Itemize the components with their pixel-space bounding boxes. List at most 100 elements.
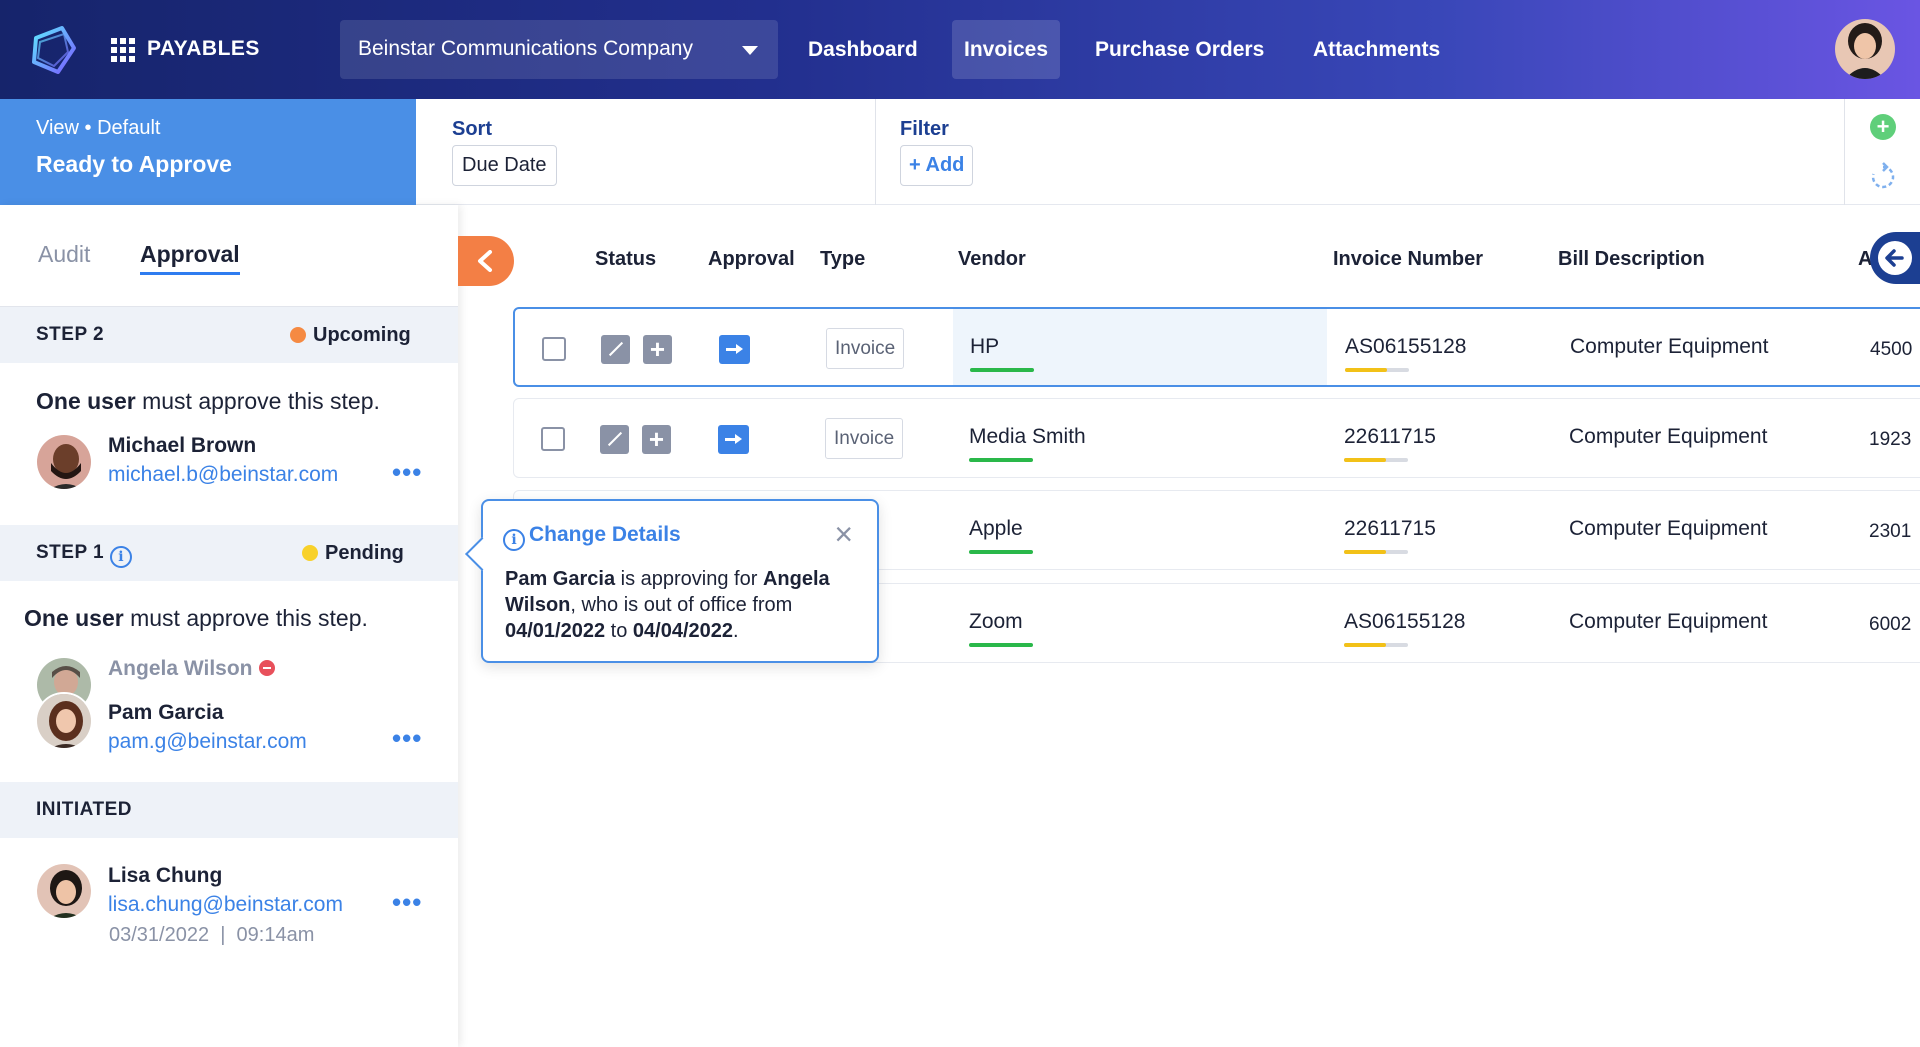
status-badge: Upcoming xyxy=(290,324,411,347)
company-select[interactable]: Beinstar Communications Company xyxy=(340,20,778,79)
change-details-popover: i Change Details × Pam Garcia is approvin… xyxy=(481,499,879,663)
top-navigation-bar: PAYABLES Beinstar Communications Company… xyxy=(0,0,1920,99)
invoice-number-cell: AS06155128 xyxy=(1344,610,1466,633)
invoice-status-bar xyxy=(1345,368,1409,372)
add-icon[interactable]: + xyxy=(1870,114,1896,140)
bill-description-cell: Computer Equipment xyxy=(1569,517,1768,540)
initiated-timestamp: 03/31/2022 | 09:14am xyxy=(109,924,315,946)
tab-approval[interactable]: Approval xyxy=(140,241,240,275)
initiator-name: Lisa Chung xyxy=(108,864,223,887)
status-dot-icon xyxy=(302,545,318,561)
table-row[interactable]: + Invoice HP AS06155128 Computer Equipme… xyxy=(513,307,1920,387)
approval-sidebar: Audit Approval STEP 2 Upcoming One user … xyxy=(0,205,458,1047)
avatar xyxy=(35,692,93,750)
row-checkbox[interactable] xyxy=(542,337,566,361)
more-options-icon[interactable]: ••• xyxy=(392,457,422,488)
chevron-down-icon xyxy=(742,46,758,55)
nav-attachments[interactable]: Attachments xyxy=(1301,20,1452,79)
arrow-left-icon xyxy=(1885,249,1904,267)
nav-dashboard[interactable]: Dashboard xyxy=(796,20,930,79)
bill-description-cell: Computer Equipment xyxy=(1570,335,1769,358)
invoice-number-cell: AS06155128 xyxy=(1345,335,1467,358)
toolbar-divider xyxy=(875,99,876,205)
more-options-icon[interactable]: ••• xyxy=(392,723,422,754)
app-name: PAYABLES xyxy=(147,37,260,60)
bill-description-cell: Computer Equipment xyxy=(1569,610,1768,633)
row-checkbox[interactable] xyxy=(541,427,565,451)
approver-email[interactable]: pam.g@beinstar.com xyxy=(108,730,307,754)
invoice-status-bar xyxy=(1344,458,1408,462)
vendor-cell: HP xyxy=(970,335,1000,358)
list-toolbar: Sort Due Date Filter + Add xyxy=(416,99,1920,205)
initiated-header: INITIATED xyxy=(0,782,458,838)
approver-name: Pam Garcia xyxy=(108,701,224,724)
close-icon[interactable]: × xyxy=(834,518,853,550)
edit-icon[interactable] xyxy=(601,335,630,364)
invoice-number-cell: 22611715 xyxy=(1344,425,1436,448)
approver-name: Michael Brown xyxy=(108,434,257,457)
popover-title: i Change Details xyxy=(503,523,681,551)
vendor-status-bar xyxy=(969,643,1033,647)
nav-purchase-orders[interactable]: Purchase Orders xyxy=(1083,20,1276,79)
column-header-bill-description[interactable]: Bill Description xyxy=(1558,248,1705,271)
original-approver-text: Angela Wilson xyxy=(108,657,253,680)
column-header-invoice-number[interactable]: Invoice Number xyxy=(1333,248,1483,271)
type-badge: Invoice xyxy=(826,328,905,369)
rule-rest: must approve this step. xyxy=(135,388,380,414)
popover-body: Pam Garcia is approving for Angela Wilso… xyxy=(505,566,865,644)
nav-invoices[interactable]: Invoices xyxy=(952,20,1061,79)
type-badge: Invoice xyxy=(825,418,904,459)
tab-audit[interactable]: Audit xyxy=(38,241,90,268)
invoice-status-bar xyxy=(1344,643,1408,647)
info-icon[interactable]: i xyxy=(110,546,133,568)
sort-dropdown[interactable]: Due Date xyxy=(452,145,557,186)
refresh-icon[interactable] xyxy=(1868,162,1898,192)
back-button[interactable] xyxy=(1870,232,1920,284)
apps-grid-icon[interactable] xyxy=(111,38,135,62)
avatar xyxy=(35,433,93,491)
approver-email[interactable]: michael.b@beinstar.com xyxy=(108,463,338,487)
body-text: . xyxy=(733,620,739,642)
table-row[interactable]: + Invoice Media Smith 22611715 Computer … xyxy=(513,398,1920,478)
step-2-header: STEP 2 Upcoming xyxy=(0,307,458,363)
step-label: STEP 2 xyxy=(36,324,105,345)
vendor-cell: Media Smith xyxy=(969,425,1086,448)
vendor-status-bar xyxy=(969,550,1033,554)
to-date: 04/04/2022 xyxy=(632,620,734,642)
column-header-approval[interactable]: Approval xyxy=(708,248,795,271)
add-icon[interactable]: + xyxy=(642,425,671,454)
column-header-status[interactable]: Status xyxy=(595,248,656,271)
sort-label: Sort xyxy=(452,118,492,140)
approve-arrow-icon[interactable] xyxy=(719,335,750,364)
status-text: Pending xyxy=(325,542,404,564)
step-1-header: STEP 1i Pending xyxy=(0,525,458,581)
view-selector[interactable]: View • Default Ready to Approve xyxy=(0,99,427,205)
out-of-office-icon xyxy=(258,660,275,676)
amount-cell: 2301 xyxy=(1869,521,1912,542)
approve-arrow-icon[interactable] xyxy=(718,425,749,454)
view-label: View • Default xyxy=(36,117,161,139)
amount-cell: 6002 xyxy=(1869,614,1912,635)
body-text: is approving for xyxy=(615,568,763,590)
amount-cell: 4500 xyxy=(1870,339,1913,360)
add-icon[interactable]: + xyxy=(643,335,672,364)
step-label-text: STEP 1 xyxy=(36,542,105,563)
add-filter-button[interactable]: + Add xyxy=(900,145,974,186)
step-label: INITIATED xyxy=(36,799,132,820)
column-header-type[interactable]: Type xyxy=(820,248,865,271)
column-header-vendor[interactable]: Vendor xyxy=(958,248,1026,271)
user-avatar[interactable] xyxy=(1835,19,1895,79)
from-date: 04/01/2022 xyxy=(505,620,606,642)
payables-logo[interactable] xyxy=(28,24,78,76)
edit-icon[interactable] xyxy=(600,425,629,454)
original-approver-name: Angela Wilson xyxy=(108,657,275,681)
vendor-cell: Apple xyxy=(969,517,1023,540)
company-select-value: Beinstar Communications Company xyxy=(358,37,693,60)
status-text: Upcoming xyxy=(313,324,411,346)
collapse-sidebar-button[interactable] xyxy=(458,236,514,286)
more-options-icon[interactable]: ••• xyxy=(392,887,422,918)
vendor-cell-highlight xyxy=(953,309,1327,385)
body-text: to xyxy=(605,620,633,642)
initiator-email[interactable]: lisa.chung@beinstar.com xyxy=(108,893,343,917)
status-badge: Pending xyxy=(302,542,404,565)
